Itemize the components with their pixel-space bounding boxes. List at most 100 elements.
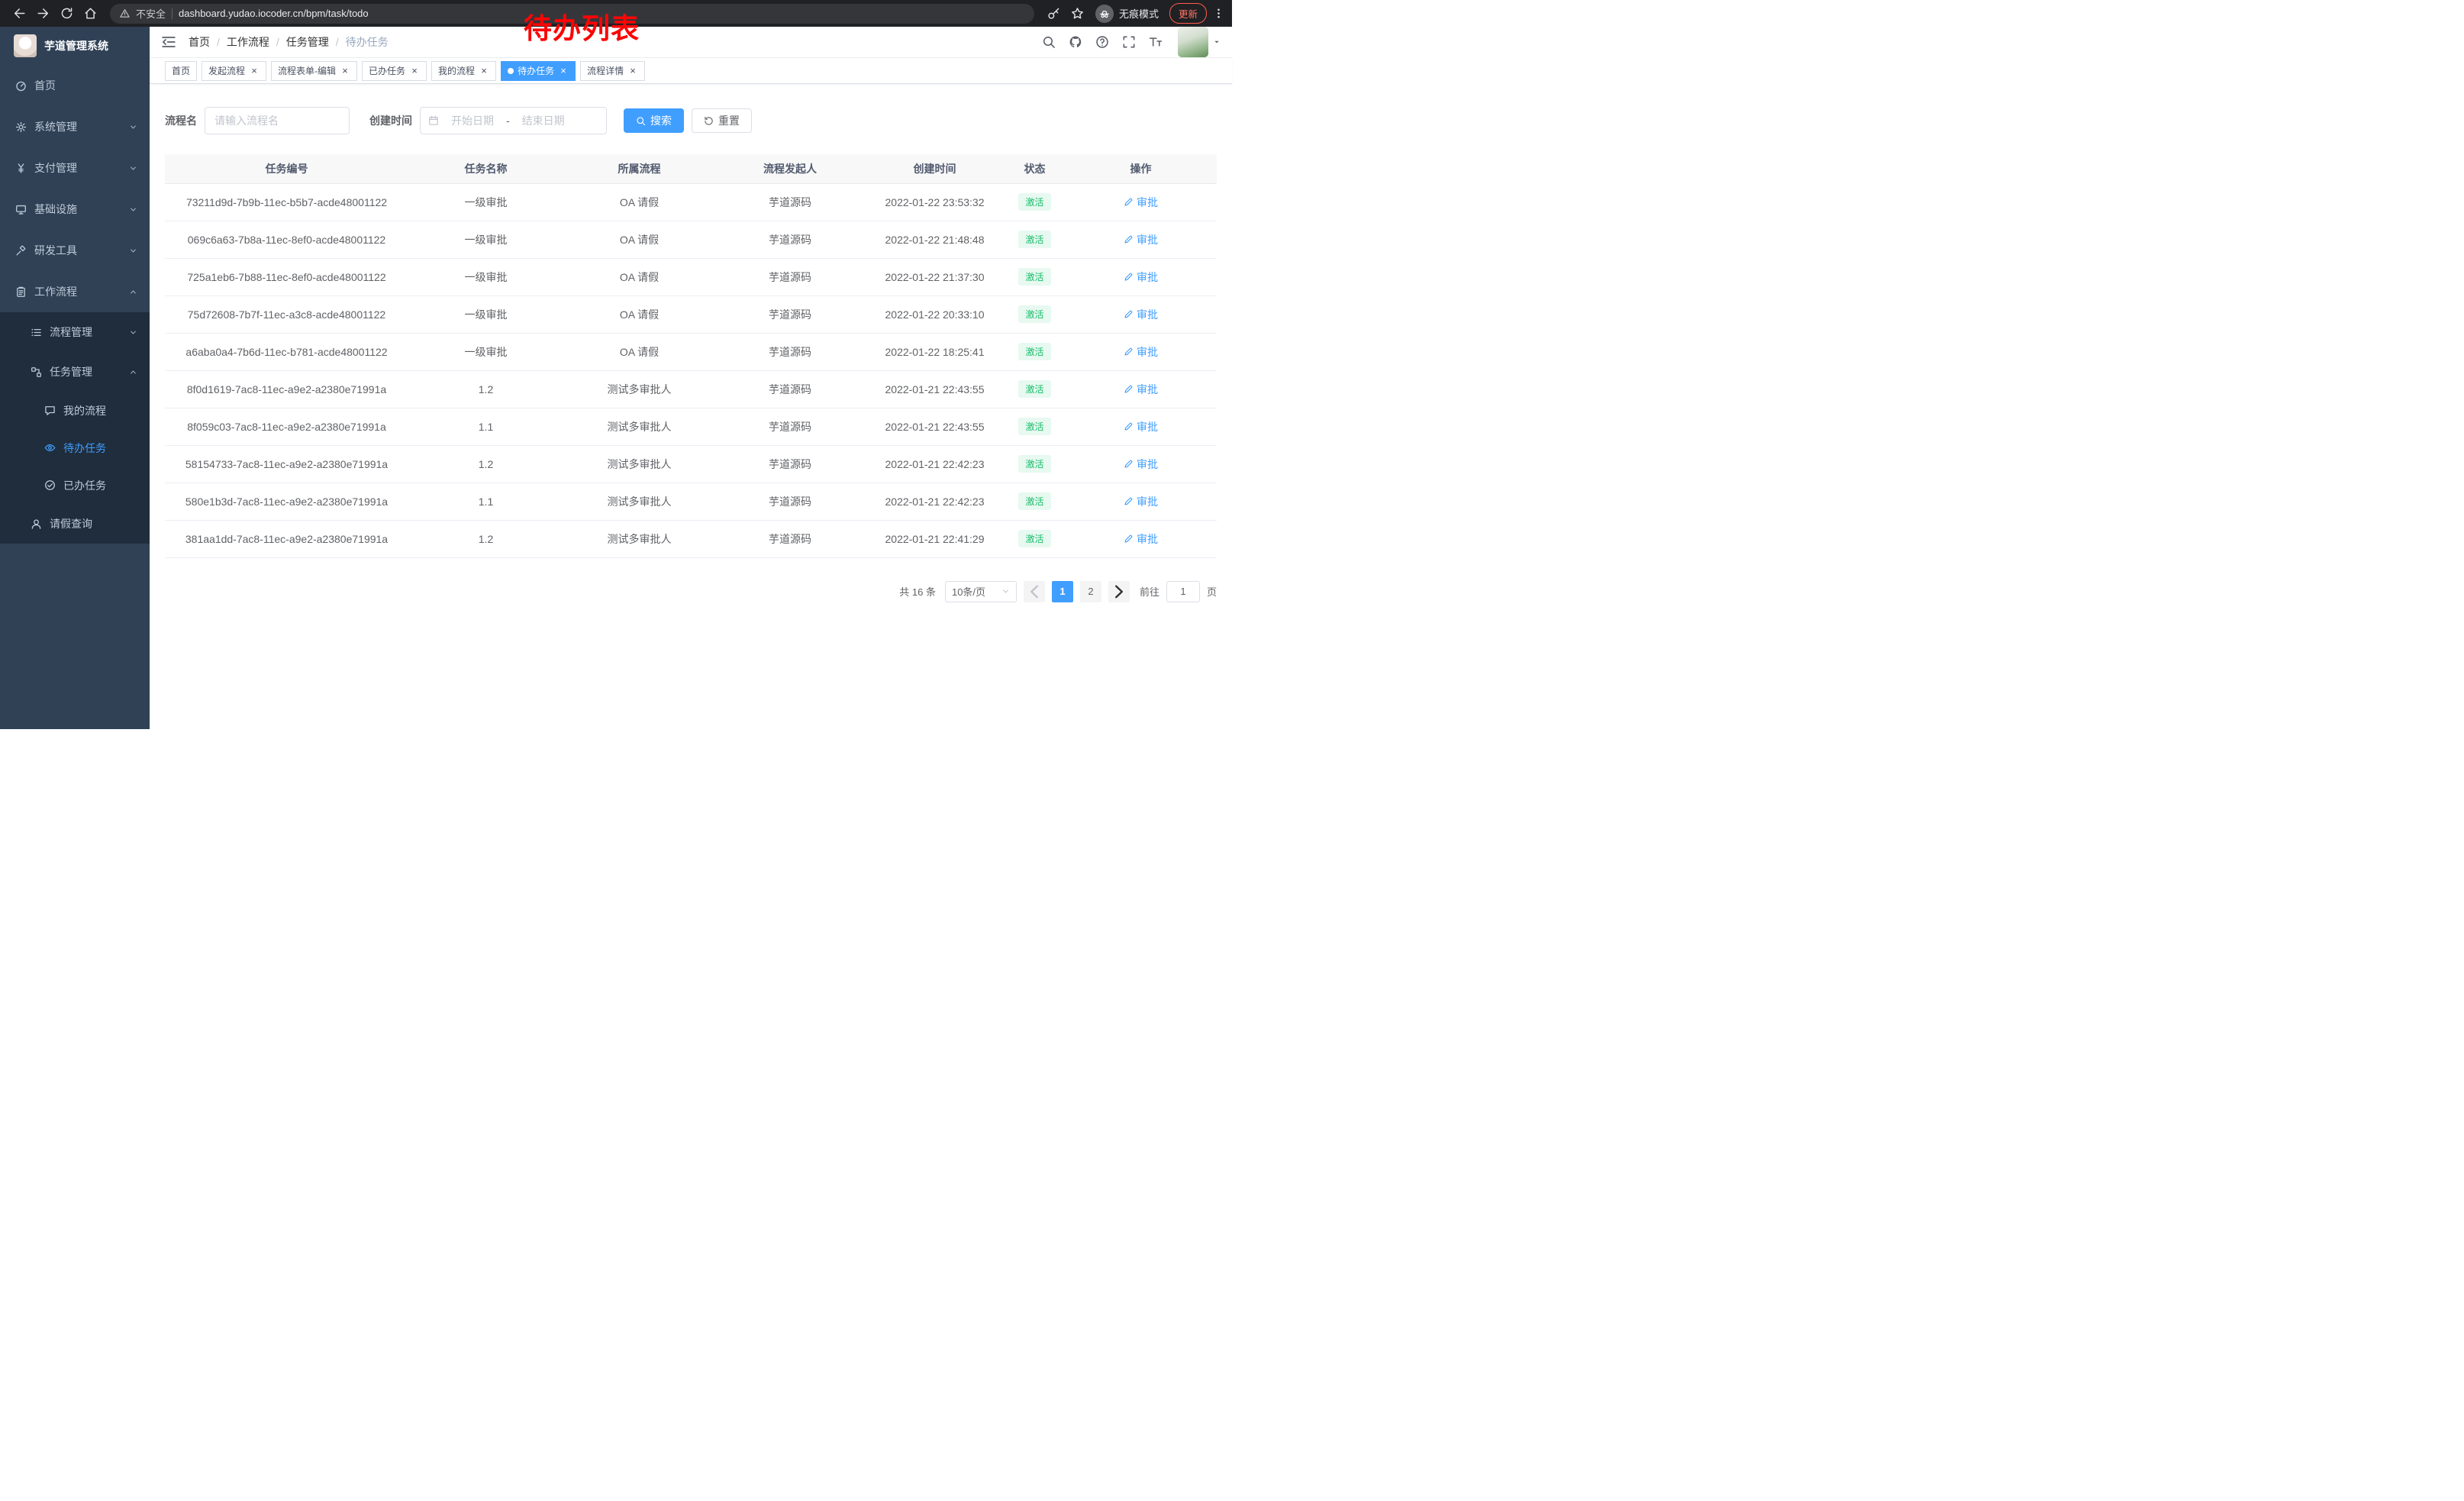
approve-button[interactable]: 审批 [1124,457,1158,472]
edit-icon [1124,384,1134,394]
sidebar-item-todo-tasks[interactable]: 待办任务 [0,429,150,466]
menu-fold-icon[interactable] [161,34,176,50]
close-icon[interactable] [627,66,638,76]
breadcrumb-separator: / [336,36,339,48]
tab-label: 我的流程 [438,64,475,77]
user-icon [31,518,42,530]
tab-6[interactable]: 流程详情 [580,61,645,81]
approve-button[interactable]: 审批 [1124,344,1158,360]
fullscreen-icon[interactable] [1122,35,1136,49]
close-icon[interactable] [558,66,569,76]
cell-actions: 审批 [1065,333,1217,370]
cell-created: 2022-01-22 21:48:48 [865,221,1005,258]
sidebar-item-task-mgmt[interactable]: 任务管理 [0,352,150,392]
tab-4[interactable]: 我的流程 [431,61,496,81]
avatar[interactable] [1178,27,1208,57]
app-logo[interactable]: 芋道管理系统 [0,27,150,65]
back-icon[interactable] [13,7,26,20]
cell-actions: 审批 [1065,408,1217,445]
status-badge: 激活 [1018,455,1050,473]
forward-icon[interactable] [37,7,50,20]
filter-form: 流程名 创建时间 - 搜索 重置 [165,107,1217,134]
search-button[interactable]: 搜索 [624,108,684,133]
tools-icon [15,245,27,257]
breadcrumb-item[interactable]: 任务管理 [286,34,329,50]
sidebar-item-system[interactable]: 系统管理 [0,106,150,147]
approve-button[interactable]: 审批 [1124,195,1158,210]
tab-1[interactable]: 发起流程 [202,61,266,81]
table-row: 73211d9d-7b9b-11ec-b5b7-acde48001122 一级审… [165,183,1217,221]
sidebar-item-infra[interactable]: 基础设施 [0,189,150,230]
sidebar-item-process-mgmt[interactable]: 流程管理 [0,312,150,352]
sidebar-item-leave-query[interactable]: 请假查询 [0,504,150,544]
browser-menu-icon[interactable] [1213,8,1224,19]
approve-button[interactable]: 审批 [1124,307,1158,322]
goto-page-input[interactable] [1166,581,1200,602]
prev-page-button[interactable] [1024,581,1045,602]
sidebar-item-done-tasks[interactable]: 已办任务 [0,466,150,504]
search-icon [636,116,646,126]
address-bar[interactable]: 不安全 dashboard.yudao.iocoder.cn/bpm/task/… [110,4,1034,24]
page-button-2[interactable]: 2 [1080,581,1101,602]
key-icon[interactable] [1047,7,1060,20]
yen-icon [15,163,27,174]
cell-process: 测试多审批人 [563,483,715,520]
tab-0[interactable]: 首页 [165,61,197,81]
caret-down-icon[interactable] [1213,38,1221,46]
range-separator: - [506,115,510,127]
close-icon[interactable] [340,66,350,76]
approve-button[interactable]: 审批 [1124,419,1158,434]
incognito-badge [1095,5,1114,23]
tab-2[interactable]: 流程表单-编辑 [271,61,357,81]
cell-starter: 芋道源码 [715,370,865,408]
close-icon[interactable] [249,66,260,76]
tab-5[interactable]: 待办任务 [501,61,576,81]
date-range-picker[interactable]: - [420,107,607,134]
breadcrumb-item[interactable]: 工作流程 [227,34,269,50]
cell-created: 2022-01-22 20:33:10 [865,295,1005,333]
column-header: 创建时间 [865,154,1005,183]
breadcrumb-item[interactable]: 首页 [189,34,210,50]
cell-status: 激活 [1005,370,1065,408]
github-icon[interactable] [1069,35,1082,49]
tab-3[interactable]: 已办任务 [362,61,427,81]
cell-process: OA 请假 [563,183,715,221]
next-page-button[interactable] [1108,581,1130,602]
bookmark-star-icon[interactable] [1071,7,1084,20]
cell-actions: 审批 [1065,295,1217,333]
approve-button[interactable]: 审批 [1124,232,1158,247]
update-button[interactable]: 更新 [1169,3,1207,24]
goto-label: 前往 [1140,584,1159,599]
start-date-input[interactable] [444,115,501,127]
close-icon[interactable] [409,66,420,76]
font-size-icon[interactable] [1149,35,1163,49]
sidebar-item-my-process[interactable]: 我的流程 [0,392,150,429]
process-name-input[interactable] [205,107,350,134]
approve-button[interactable]: 审批 [1124,382,1158,397]
help-icon[interactable] [1095,35,1109,49]
home-icon[interactable] [84,7,97,20]
url-text: dashboard.yudao.iocoder.cn/bpm/task/todo [179,8,369,19]
approve-button[interactable]: 审批 [1124,270,1158,285]
refresh-icon[interactable] [60,7,73,20]
close-icon[interactable] [479,66,489,76]
breadcrumb: 首页/工作流程/任务管理/待办任务 [189,34,389,50]
cell-status: 激活 [1005,258,1065,295]
monitor-icon [15,204,27,215]
cell-starter: 芋道源码 [715,295,865,333]
sidebar-item-devtools[interactable]: 研发工具 [0,230,150,271]
end-date-input[interactable] [515,115,572,127]
edit-icon [1124,459,1134,469]
sidebar-item-payment[interactable]: 支付管理 [0,147,150,189]
approve-button[interactable]: 审批 [1124,531,1158,547]
cell-task-id: 580e1b3d-7ac8-11ec-a9e2-a2380e71991a [165,483,408,520]
page-button-1[interactable]: 1 [1052,581,1073,602]
cell-starter: 芋道源码 [715,483,865,520]
sidebar-item-workflow[interactable]: 工作流程 [0,271,150,312]
sidebar-item-home[interactable]: 首页 [0,65,150,106]
reset-button[interactable]: 重置 [692,108,752,133]
tab-label: 流程详情 [587,64,624,77]
approve-button[interactable]: 审批 [1124,494,1158,509]
search-icon[interactable] [1042,35,1056,49]
page-size-select[interactable]: 10条/页 [945,581,1017,602]
